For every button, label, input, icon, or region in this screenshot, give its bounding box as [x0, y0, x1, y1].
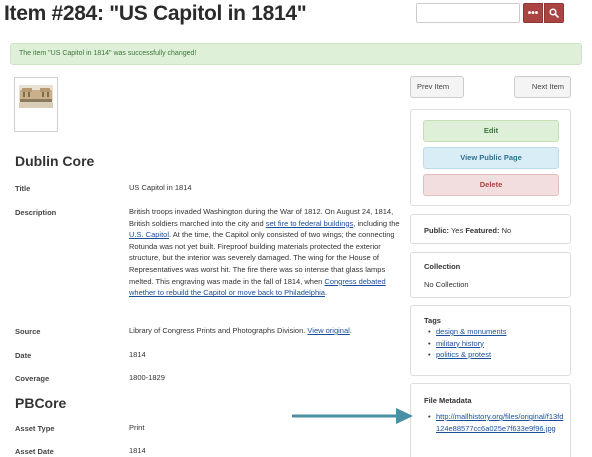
capitol-engraving-image: [18, 81, 54, 128]
title-label: Title: [15, 184, 31, 193]
source-end: .: [349, 326, 352, 335]
date-label: Date: [15, 351, 32, 360]
asset-type-label: Asset Type: [15, 424, 55, 433]
source-label: Source: [15, 327, 41, 336]
public-label: Public:: [424, 226, 450, 235]
date-value: 1814: [129, 350, 146, 359]
annotation-arrow-icon: [292, 408, 413, 424]
description-label: Description: [15, 208, 57, 217]
search-icon: [549, 8, 559, 18]
tag-link[interactable]: politics & protest: [436, 350, 491, 359]
prev-item-button[interactable]: Prev Item: [410, 76, 464, 98]
asset-type-value: Print: [129, 423, 145, 432]
public-featured-panel: Public: Yes Featured: No: [410, 214, 571, 244]
title-value: US Capitol in 1814: [129, 183, 192, 192]
source-text: Library of Congress Prints and Photograp…: [129, 326, 308, 335]
tag-list: • design & monuments • military history • p…: [428, 326, 506, 361]
tag-item: • design & monuments: [428, 327, 507, 336]
public-value: Yes: [450, 226, 464, 235]
next-item-button[interactable]: Next Item: [514, 76, 571, 98]
delete-button[interactable]: Delete: [423, 174, 559, 196]
item-thumbnail[interactable]: [14, 77, 58, 132]
dublin-core-heading: Dublin Core: [15, 153, 95, 169]
coverage-label: Coverage: [15, 374, 50, 383]
page-title: Item #284: "US Capitol in 1814": [4, 2, 307, 25]
file-metadata-title: File Metadata: [424, 396, 472, 405]
tag-link[interactable]: design & monuments: [436, 327, 506, 336]
file-metadata-panel: File Metadata • http://mallhistory.org/f…: [410, 383, 571, 457]
featured-value: No: [501, 226, 512, 235]
collection-title: Collection: [424, 262, 461, 271]
source-value: Library of Congress Prints and Photograp…: [129, 325, 352, 337]
more-options-button[interactable]: •••: [523, 3, 543, 23]
file-bullet: •: [428, 412, 431, 421]
actions-panel: Edit View Public Page Delete: [410, 109, 571, 206]
view-original-link[interactable]: View original: [307, 326, 349, 335]
collection-value: No Collection: [424, 280, 469, 289]
tags-title: Tags: [424, 316, 441, 325]
edit-button[interactable]: Edit: [423, 120, 559, 142]
search-button[interactable]: [544, 3, 564, 23]
tag-link[interactable]: military history: [436, 339, 484, 348]
view-public-page-button[interactable]: View Public Page: [423, 147, 559, 169]
us-capitol-link[interactable]: U.S. Capitol: [129, 230, 169, 239]
search-input[interactable]: [416, 3, 520, 23]
pbcore-heading: PBCore: [15, 395, 67, 411]
tag-item: • military history: [428, 338, 484, 348]
file-url-link[interactable]: http://mallhistory.org/files/original/f1…: [436, 411, 564, 434]
asset-date-label: Asset Date: [15, 447, 54, 456]
tag-item: • politics & protest: [428, 350, 492, 359]
description-text: , including the: [353, 218, 400, 228]
tags-panel: Tags • design & monuments • military histo…: [410, 305, 571, 376]
collection-panel: Collection No Collection: [410, 252, 571, 298]
asset-date-value: 1814: [129, 446, 146, 455]
description-text: .: [324, 288, 328, 298]
set-fire-link[interactable]: set fire to federal buildings: [266, 219, 354, 228]
success-message: The item "US Capitol in 1814" was succes…: [10, 43, 582, 65]
description-value: British troops invaded Washington during…: [129, 206, 401, 299]
public-featured-status: Public: Yes Featured: No: [424, 226, 511, 235]
coverage-value: 1800-1829: [129, 373, 165, 382]
featured-label: Featured:: [465, 226, 500, 235]
